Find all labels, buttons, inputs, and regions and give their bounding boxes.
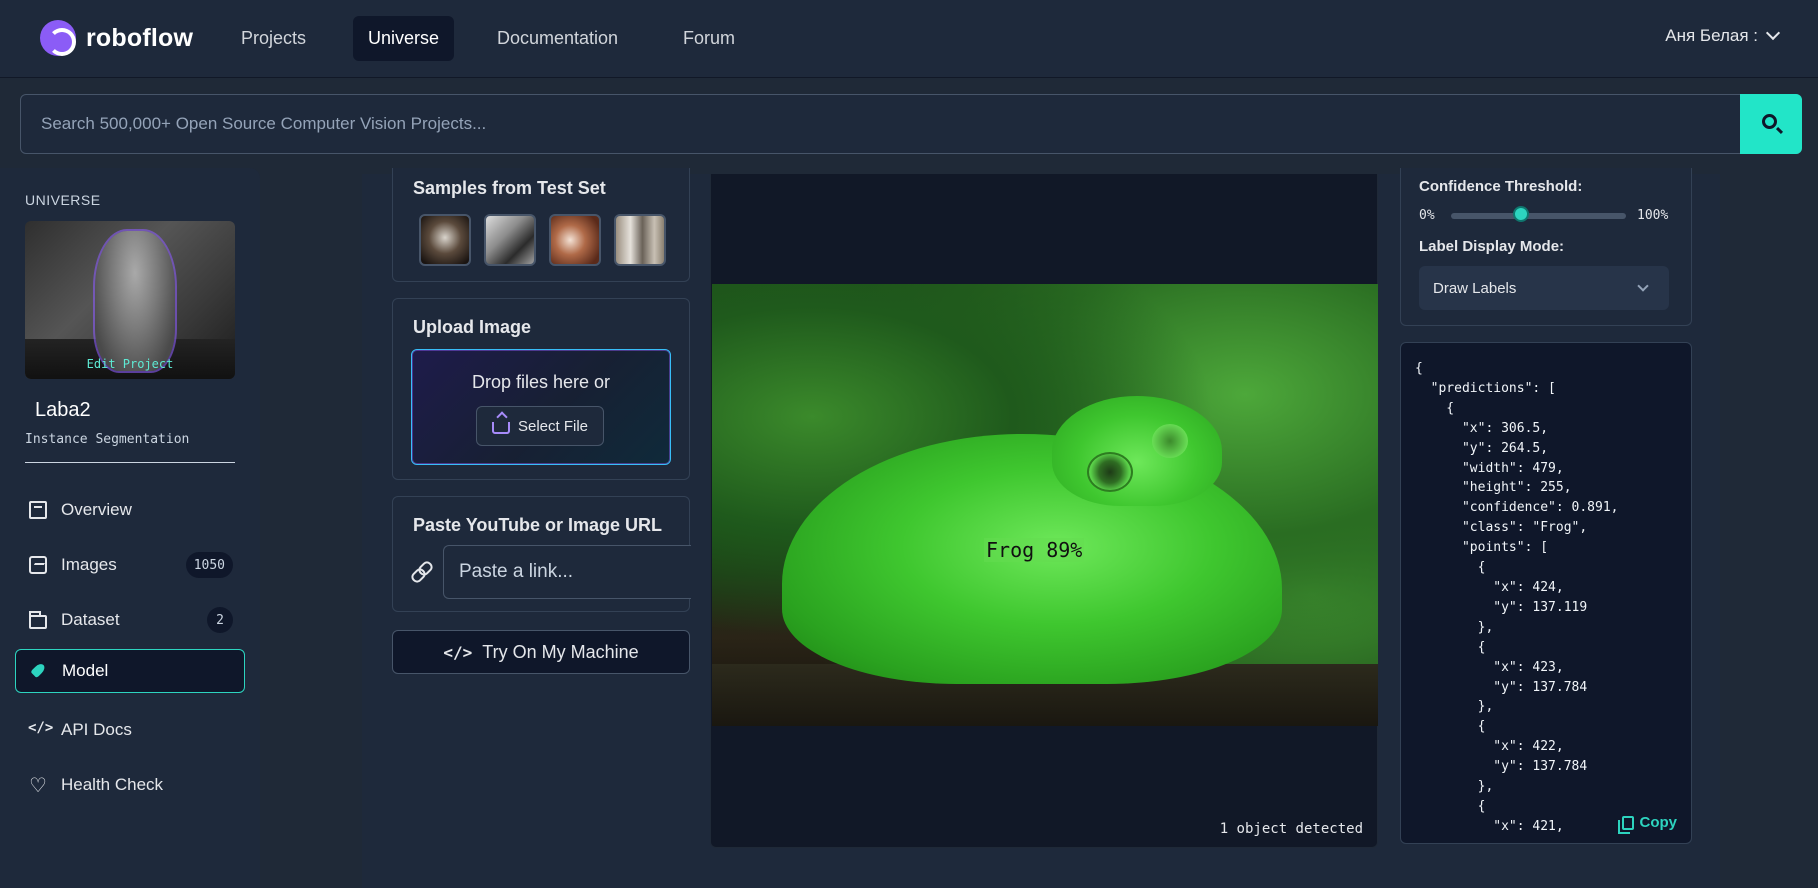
nav-link-documentation[interactable]: Documentation (482, 16, 633, 61)
search-button[interactable] (1740, 94, 1802, 154)
drop-text: Drop files here or (471, 372, 611, 392)
sidebar-heading: UNIVERSE (25, 192, 101, 208)
link-icon (411, 561, 431, 581)
nav-link-universe[interactable]: Universe (353, 16, 455, 61)
sidebar-item-api-docs[interactable]: API Docs (15, 708, 245, 752)
sidebar-item-dataset[interactable]: Dataset 2 (15, 598, 245, 642)
images-icon (29, 556, 47, 574)
samples-title: Samples from Test Set (413, 178, 606, 198)
sidebar-item-health-check[interactable]: Health Check (15, 763, 245, 807)
search-input[interactable] (21, 95, 1741, 153)
folder-icon (29, 611, 47, 629)
paste-url-input[interactable] (443, 545, 691, 599)
slider-min-label: 0% (1419, 208, 1435, 223)
search-icon (1762, 114, 1777, 129)
detection-count: 1 object detected (1219, 821, 1363, 837)
select-file-button[interactable]: Select File (476, 406, 604, 446)
chevron-down-icon (1637, 280, 1649, 292)
project-name: Laba2 (35, 399, 91, 421)
confidence-title: Confidence Threshold: (1419, 178, 1583, 195)
project-thumbnail[interactable]: Edit Project (25, 221, 235, 379)
roboflow-logo[interactable]: roboflow (40, 20, 193, 56)
prediction-label: Frog 89% (984, 538, 1085, 562)
prediction-viewer: Frog 89% 1 object detected (710, 174, 1378, 848)
confidence-slider-thumb[interactable] (1513, 206, 1529, 222)
file-dropzone[interactable]: Drop files here or Select File (411, 349, 671, 465)
sidebar-item-model[interactable]: Model (15, 649, 245, 693)
frog-eye (1087, 452, 1133, 492)
user-menu[interactable]: Аня Белая : (1665, 25, 1781, 46)
paste-url-title: Paste YouTube or Image URL (413, 515, 663, 535)
sidebar-item-images[interactable]: Images 1050 (15, 543, 245, 587)
sidebar-item-label: Overview (61, 500, 132, 519)
confidence-slider-track[interactable] (1451, 213, 1626, 219)
roboflow-logo-icon (40, 20, 76, 56)
logo-text: roboflow (86, 23, 194, 52)
chevron-down-icon (1765, 25, 1781, 41)
try-label: Try On My Machine (482, 641, 639, 662)
upload-icon (491, 422, 510, 434)
label-mode-title: Label Display Mode: (1419, 238, 1565, 255)
copy-icon (1617, 815, 1634, 834)
json-output-panel: { "predictions": [ { "x": 306.5, "y": 26… (1400, 342, 1692, 844)
label-mode-select[interactable]: Draw Labels (1419, 266, 1669, 310)
images-count-badge: 1050 (185, 552, 233, 578)
nav-link-projects[interactable]: Projects (226, 16, 321, 61)
sample-image-3[interactable] (549, 214, 601, 266)
search-bar (20, 94, 1802, 154)
user-name: Аня Белая : (1665, 26, 1758, 45)
sample-image-1[interactable] (419, 214, 471, 266)
sidebar-item-label: Images (61, 555, 117, 574)
upload-title: Upload Image (413, 317, 532, 337)
dataset-count-badge: 2 (207, 607, 233, 633)
try-on-my-machine-button[interactable]: </> Try On My Machine (392, 630, 690, 674)
nav-link-forum[interactable]: Forum (668, 16, 750, 61)
cat-image (93, 229, 177, 373)
label-mode-value: Draw Labels (1433, 279, 1517, 297)
settings-card: Confidence Threshold: 0% 100% Label Disp… (1400, 168, 1692, 326)
upload-card: Upload Image Drop files here or Select F… (392, 298, 690, 480)
sidebar-item-label: Dataset (61, 610, 120, 629)
select-file-label: Select File (517, 417, 589, 435)
code-icon (28, 720, 53, 739)
frog-head (1052, 396, 1222, 506)
sample-image-4[interactable] (614, 214, 666, 266)
code-icon: </> (443, 642, 473, 662)
sidebar-item-label: API Docs (61, 720, 132, 739)
sidebar-divider (25, 462, 235, 463)
edit-project-link[interactable]: Edit Project (25, 357, 235, 371)
frog-eye-ridge (1152, 424, 1188, 458)
sidebar-item-overview[interactable]: Overview (15, 488, 245, 532)
project-type: Instance Segmentation (25, 432, 190, 447)
samples-card: Samples from Test Set (392, 168, 690, 282)
json-output-text[interactable]: { "predictions": [ { "x": 306.5, "y": 26… (1415, 359, 1619, 837)
prediction-image: Frog 89% (712, 284, 1378, 726)
paste-url-card: Paste YouTube or Image URL (392, 496, 691, 612)
book-icon (29, 501, 47, 519)
slider-max-label: 100% (1637, 208, 1669, 223)
rocket-icon (30, 662, 48, 680)
copy-label: Copy (1639, 814, 1678, 831)
copy-button[interactable]: Copy (1617, 814, 1678, 834)
sidebar-item-label: Health Check (61, 775, 164, 794)
top-navbar: roboflow Projects Universe Documentation… (0, 0, 1818, 78)
sidebar: UNIVERSE Edit Project Laba2 Instance Seg… (0, 168, 260, 888)
heart-pulse-icon (29, 773, 47, 798)
sample-image-2[interactable] (484, 214, 536, 266)
sidebar-item-label: Model (62, 661, 109, 680)
